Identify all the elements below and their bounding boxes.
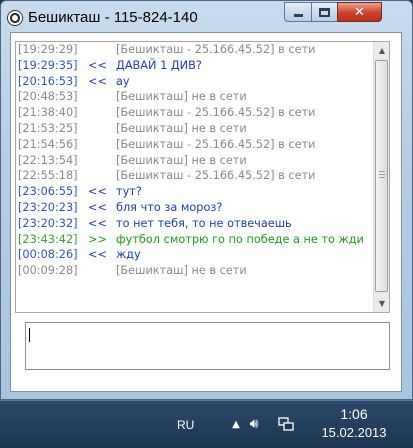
chat-message-text: [Бешикташ - 25.166.45.52] в сети [116,137,316,151]
chat-timestamp: [22:55:18] [18,169,78,183]
chat-row: [19:29:29] [Бешикташ - 25.166.45.52] в се… [16,42,374,58]
clock-date: 15.02.2013 [321,425,387,440]
chat-timestamp: [21:54:56] [18,137,78,151]
chat-rows: [19:29:29] [Бешикташ - 25.166.45.52] в се… [16,42,374,279]
chat-direction: >> [88,232,107,246]
chat-timestamp: [20:16:53] [18,74,78,88]
chat-row: [23:43:42] >> футбол смотрю го по победе а… [16,232,374,248]
text-caret [29,328,30,342]
chat-row: [22:13:54] [Бешикташ] не в сети [16,153,374,169]
chat-row: [19:29:35] << ДАВАЙ 1 ДИВ? [16,58,374,74]
scroll-down-button[interactable]: ▼ [374,295,389,312]
chat-timestamp: [00:09:28] [18,264,78,278]
chat-timestamp: [19:29:35] [18,58,78,72]
network-icon[interactable] [277,415,295,433]
maximize-button[interactable] [311,2,338,22]
chat-direction: << [88,216,107,230]
chat-message-text: ДАВАЙ 1 ДИВ? [116,58,202,72]
chat-message-text: жду [116,248,141,262]
language-indicator[interactable]: RU [177,418,194,432]
chat-message-text: [Бешикташ - 25.166.45.52] в сети [116,43,316,56]
chat-row: [23:20:32] << то нет тебя, то не отвечаешь [16,216,374,232]
chat-row: [21:38:40] [Бешикташ - 25.166.45.52] в се… [16,105,374,121]
maximize-icon [319,7,330,17]
chat-row: [20:48:53] [Бешикташ] не в сети [16,89,374,105]
window-title: Бешикташ - 115-824-140 [28,9,198,26]
close-button[interactable]: ✕ [337,2,382,22]
volume-icon[interactable]: 🔊︎ [245,415,263,433]
chat-row: [21:54:56] [Бешикташ - 25.166.45.52] в се… [16,137,374,153]
chevron-down-icon: ▼ [378,299,386,308]
taskbar: RU ▲ 🔊︎ 1:06 15.02.2013 [0,400,413,448]
chat-row: [23:20:23] << бля что за мороз? [16,200,374,216]
chat-row: [20:16:53] << ау [16,74,374,90]
grip-icon [379,171,385,178]
chat-direction: << [88,185,107,199]
chat-row: [22:55:18] [Бешикташ - 25.166.45.52] в се… [16,168,374,184]
chat-timestamp: [00:08:26] [18,248,78,262]
chat-timestamp: [23:43:42] [18,232,78,246]
vertical-scrollbar[interactable]: ▲ ▼ [373,42,389,312]
chat-message-text: [Бешикташ] не в сети [116,90,247,104]
clock[interactable]: 1:06 15.02.2013 [300,405,408,443]
message-input[interactable] [25,322,390,370]
chat-direction: << [88,74,107,88]
scroll-up-button[interactable]: ▲ [374,42,389,59]
chat-direction: << [88,248,107,262]
chat-message-text: бля что за мороз? [116,200,223,214]
chevron-up-icon: ▲ [378,46,386,55]
chat-message-text: тут? [116,185,142,199]
chat-message-text: футбол смотрю го по победе а не то жди [116,232,364,246]
app-icon[interactable] [7,10,23,26]
chat-timestamp: [21:53:25] [18,121,78,135]
chat-message-text: ау [116,74,130,88]
scrollbar-thumb[interactable] [375,60,388,292]
minimize-icon [293,14,303,17]
chat-row: [00:08:26] << жду [16,247,374,263]
tray-arrow-icon[interactable]: ▲ [227,415,245,433]
chat-log[interactable]: [19:29:29] [Бешикташ - 25.166.45.52] в се… [15,41,390,313]
chat-timestamp: [23:06:55] [18,185,78,199]
close-icon: ✕ [354,4,365,20]
minimize-button[interactable] [284,2,312,22]
chat-row: [00:09:28] [Бешикташ] не в сети [16,263,374,279]
clock-time: 1:06 [340,406,368,422]
chat-message-text: [Бешикташ - 25.166.45.52] в сети [116,169,316,183]
chat-direction: << [88,200,107,214]
chat-timestamp: [23:20:23] [18,200,78,214]
chat-row: [23:06:55] << тут? [16,184,374,200]
chat-row: [21:53:25] [Бешикташ] не в сети [16,121,374,137]
chat-message-text: [Бешикташ] не в сети [116,264,247,278]
chat-window: Бешикташ - 115-824-140 ✕ [19:29:29] [Беши… [0,0,413,400]
chat-timestamp: [23:20:32] [18,216,78,230]
chat-message-text: то нет тебя, то не отвечаешь [116,216,292,230]
chat-message-text: [Бешикташ] не в сети [116,121,247,135]
chat-timestamp: [19:29:29] [18,43,78,56]
chat-timestamp: [22:13:54] [18,153,78,167]
chat-timestamp: [21:38:40] [18,106,78,120]
chat-direction: << [88,58,107,72]
title-bar[interactable]: Бешикташ - 115-824-140 ✕ [1,1,412,33]
chat-message-text: [Бешикташ - 25.166.45.52] в сети [116,106,316,120]
chat-timestamp: [20:48:53] [18,90,78,104]
chat-message-text: [Бешикташ] не в сети [116,153,247,167]
